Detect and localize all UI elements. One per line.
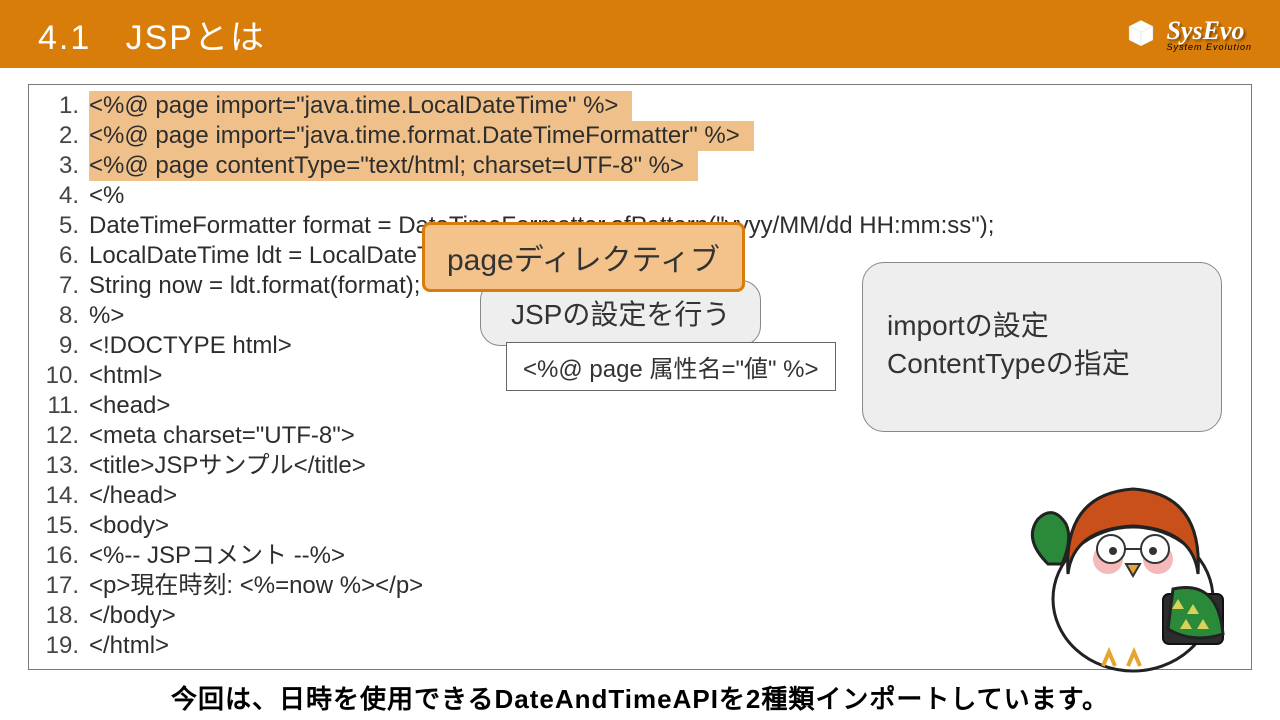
line-number: 13.: [29, 451, 89, 481]
line-number: 7.: [29, 271, 89, 301]
code-line: 1.<%@ page import="java.time.LocalDateTi…: [29, 91, 1251, 121]
code-text: </head>: [89, 481, 177, 511]
line-number: 16.: [29, 541, 89, 571]
line-number: 10.: [29, 361, 89, 391]
code-line: 2.<%@ page import="java.time.format.Date…: [29, 121, 1251, 151]
line-number: 18.: [29, 601, 89, 631]
code-text: <%: [89, 181, 124, 211]
line-number: 2.: [29, 121, 89, 151]
cube-icon: [1124, 17, 1158, 51]
code-text: <%@ page import="java.time.format.DateTi…: [89, 121, 754, 151]
code-text: </html>: [89, 631, 169, 661]
code-text: <head>: [89, 391, 170, 421]
code-text: <!DOCTYPE html>: [89, 331, 292, 361]
section-number: 4.1: [38, 19, 91, 57]
section-title: JSPとは: [126, 19, 266, 57]
code-text: <%@ page contentType="text/html; charset…: [89, 151, 698, 181]
code-text: String now = ldt.format(format);: [89, 271, 420, 301]
details-line: ContentTypeの指定: [887, 345, 1197, 383]
line-number: 17.: [29, 571, 89, 601]
line-number: 11.: [29, 391, 89, 421]
line-number: 8.: [29, 301, 89, 331]
line-number: 3.: [29, 151, 89, 181]
code-line: 3.<%@ page contentType="text/html; chars…: [29, 151, 1251, 181]
code-text: <title>JSPサンプル</title>: [89, 451, 366, 481]
details-callout: importの設定 ContentTypeの指定: [862, 262, 1222, 432]
line-number: 15.: [29, 511, 89, 541]
line-number: 1.: [29, 91, 89, 121]
line-number: 19.: [29, 631, 89, 661]
caption-subtitle: 今回は、日時を使用できるDateAndTimeAPIを2種類インポートしています…: [0, 679, 1280, 716]
brand-name: SysEvo: [1166, 16, 1244, 45]
code-text: <html>: [89, 361, 162, 391]
line-number: 5.: [29, 211, 89, 241]
code-text: <%@ page import="java.time.LocalDateTime…: [89, 91, 632, 121]
line-number: 6.: [29, 241, 89, 271]
line-number: 4.: [29, 181, 89, 211]
details-line: importの設定: [887, 307, 1197, 345]
code-line: 4.<%: [29, 181, 1251, 211]
owl-mascot-icon: [1018, 444, 1238, 674]
code-text: <p>現在時刻: <%=now %></p>: [89, 571, 423, 601]
code-text: <body>: [89, 511, 169, 541]
code-text: <%-- JSPコメント --%>: [89, 541, 345, 571]
code-text: %>: [89, 301, 124, 331]
brand-tagline: System Evolution: [1166, 42, 1252, 52]
line-number: 12.: [29, 421, 89, 451]
slide-title: 4.1 JSPとは: [38, 10, 266, 59]
brand-logo: SysEvo System Evolution: [1124, 16, 1252, 52]
directive-label-callout: pageディレクティブ: [422, 222, 745, 292]
syntax-example: <%@ page 属性名="値" %>: [506, 342, 836, 391]
code-text: <meta charset="UTF-8">: [89, 421, 355, 451]
line-number: 9.: [29, 331, 89, 361]
code-text: </body>: [89, 601, 176, 631]
line-number: 14.: [29, 481, 89, 511]
slide-header: 4.1 JSPとは SysEvo System Evolution: [0, 0, 1280, 68]
